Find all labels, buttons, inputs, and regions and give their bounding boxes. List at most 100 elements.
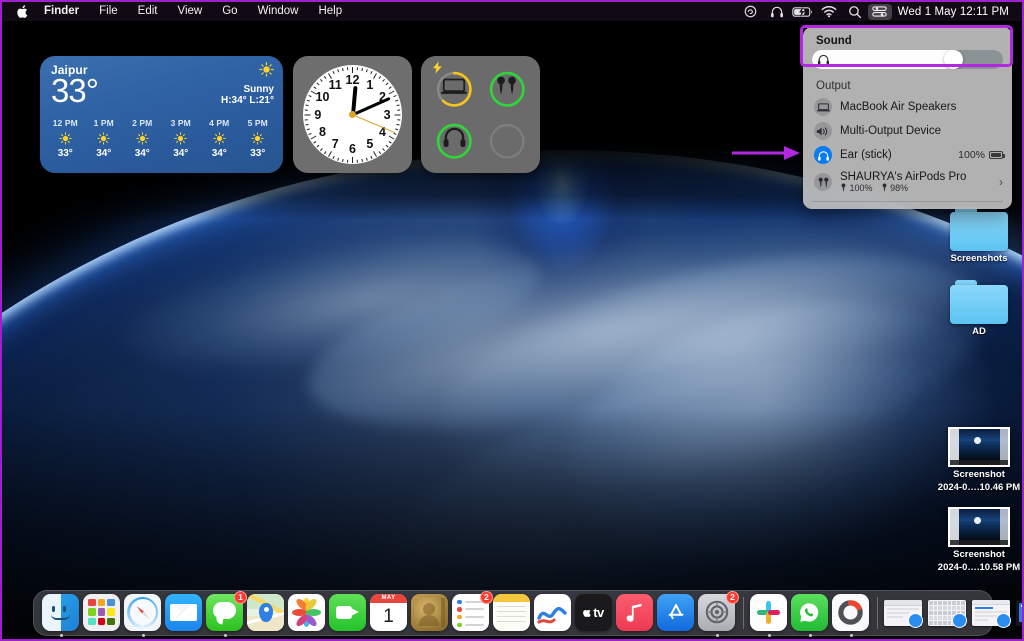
- running-indicator: [768, 633, 771, 637]
- dock-item-music[interactable]: [616, 593, 655, 633]
- dock-item-facetime[interactable]: [329, 593, 368, 633]
- creative-cloud-icon[interactable]: [738, 2, 764, 21]
- charging-bolt-icon: [433, 61, 443, 74]
- dock-item-photos[interactable]: [288, 593, 327, 633]
- hour-time: 2 PM: [132, 118, 153, 128]
- left-battery-text: 100%: [849, 183, 873, 193]
- menu-bar-clock[interactable]: Wed 1 May 12:11 PM: [892, 6, 1013, 18]
- hour-time: 5 PM: [247, 118, 268, 128]
- dock-item-whatsapp[interactable]: [791, 593, 830, 637]
- volume-slider-knob[interactable]: [944, 50, 964, 69]
- dock-item-safari[interactable]: [124, 593, 163, 637]
- macbook-battery-ring: [430, 61, 479, 113]
- sound-panel-title: Sound: [816, 35, 852, 47]
- output-device-macbook-air-speakers[interactable]: MacBook Air Speakers: [803, 95, 1012, 119]
- photos-icon: [288, 593, 325, 631]
- dock-item-contacts[interactable]: [411, 593, 450, 633]
- dock-item-messages[interactable]: 1: [206, 590, 247, 637]
- dock-item-mail[interactable]: [165, 593, 204, 633]
- menu-bar-left: Finder File Edit View Go Window Help: [16, 2, 352, 21]
- wifi-icon[interactable]: [816, 2, 842, 21]
- batteries-widget[interactable]: [421, 56, 540, 173]
- left-bud-battery: 100%: [840, 183, 873, 193]
- apple-logo-icon[interactable]: [16, 4, 30, 20]
- volume-slider-fill: [812, 50, 954, 69]
- desktop-icon-folder-screenshots[interactable]: Screenshots: [931, 207, 1022, 264]
- right-battery-text: 98%: [890, 183, 909, 193]
- weather-widget[interactable]: Jaipur 33° Sunny H:34° L:21° 12 PM 33° 1…: [40, 56, 283, 173]
- chevron-right-icon[interactable]: ›: [999, 175, 1003, 189]
- desktop-icon-screenshot-1058[interactable]: Screenshot 2024-0….10.58 PM: [931, 507, 1022, 573]
- search-spotlight-icon[interactable]: [842, 2, 868, 21]
- airpods-battery-ring: [483, 65, 532, 113]
- dock-item-apple-tv[interactable]: tv: [575, 593, 614, 633]
- sound-settings-button[interactable]: Sound Settings…: [803, 202, 1012, 209]
- hour-time: 1 PM: [93, 118, 114, 128]
- menu-file[interactable]: File: [89, 2, 128, 21]
- dock-minimized-window-doc[interactable]: [972, 594, 1014, 633]
- menu-view[interactable]: View: [168, 2, 213, 21]
- dock-item-slack[interactable]: [750, 593, 789, 637]
- desktop-icon-folder-ad[interactable]: AD: [931, 280, 1022, 337]
- hour-temp: 34°: [134, 148, 150, 159]
- running-indicator: [850, 633, 853, 637]
- dock-item-freeform[interactable]: [534, 593, 573, 633]
- dock-item-app-store[interactable]: [657, 593, 696, 633]
- dock-minimized-window-safari-1[interactable]: [884, 594, 926, 633]
- menu-finder[interactable]: Finder: [34, 2, 89, 21]
- output-device-airpods-pro[interactable]: SHAURYA's AirPods Pro 100% 98% ›: [803, 167, 1012, 197]
- volume-slider[interactable]: [812, 50, 1003, 69]
- menu-go[interactable]: Go: [212, 2, 247, 21]
- dock-item-system-settings[interactable]: 2: [698, 590, 739, 637]
- airpods-info: SHAURYA's AirPods Pro 100% 98%: [840, 171, 966, 193]
- output-device-multi-output-device[interactable]: Multi-Output Device: [803, 119, 1012, 143]
- control-center-icon[interactable]: [867, 3, 892, 20]
- headphones-icon[interactable]: [764, 2, 790, 21]
- dock-item-reminders[interactable]: 2: [452, 590, 493, 633]
- dock-item-launchpad[interactable]: [83, 593, 122, 633]
- dock-item-cleanmymac[interactable]: [832, 593, 871, 637]
- speaker-wave-icon: [814, 122, 832, 140]
- battery-charging-icon[interactable]: [790, 2, 816, 21]
- right-bud-battery: 98%: [881, 183, 909, 193]
- clock-numeral: 7: [331, 137, 339, 152]
- menu-bar: Finder File Edit View Go Window Help Wed…: [2, 2, 1022, 21]
- device-label: Ear (stick): [840, 149, 892, 161]
- dock-item-maps[interactable]: [247, 593, 286, 633]
- desktop-icon-screenshot-1046[interactable]: Screenshot 2024-0….10.46 PM: [931, 427, 1022, 493]
- whatsapp-icon: [791, 593, 828, 631]
- running-indicator: [224, 633, 227, 637]
- freeform-icon: [534, 593, 571, 631]
- menu-help[interactable]: Help: [308, 2, 352, 21]
- dock-minimized-window-safari-2[interactable]: [928, 594, 970, 633]
- clock-numeral: 1: [366, 77, 374, 92]
- menu-window[interactable]: Window: [248, 2, 309, 21]
- hour-temp: 33°: [57, 148, 73, 159]
- clock-widget[interactable]: 12 1 2 3 4 5 6 7 8 9 10 11: [293, 56, 412, 173]
- weather-hour-item: 5 PM 33°: [239, 118, 278, 159]
- running-indicator: [809, 633, 812, 637]
- weather-condition: Sunny: [243, 84, 274, 95]
- dock-minimized-window-video[interactable]: [1016, 594, 1022, 633]
- icon-label: Screenshot: [953, 469, 1005, 480]
- device-label: MacBook Air Speakers: [840, 101, 957, 113]
- dock-item-calendar[interactable]: MAY 1: [370, 593, 409, 633]
- weather-hour-item: 1 PM 34°: [85, 118, 124, 159]
- icon-label: AD: [972, 326, 986, 337]
- empty-battery-ring: [483, 117, 532, 165]
- clock-numeral: 6: [349, 142, 356, 157]
- battery-percent: 100%: [958, 149, 985, 161]
- output-device-ear-stick[interactable]: Ear (stick) 100%: [803, 143, 1012, 167]
- dock-item-finder[interactable]: [42, 593, 81, 637]
- finder-icon: [42, 593, 79, 631]
- notification-badge: 1: [234, 590, 247, 604]
- menu-edit[interactable]: Edit: [128, 2, 168, 21]
- sun-icon: [46, 128, 85, 148]
- menu-bar-status-area: Wed 1 May 12:11 PM: [738, 2, 1013, 21]
- clock-numeral: 8: [319, 124, 326, 139]
- device-battery-area: 100%: [958, 149, 1005, 161]
- calendar-day: 1: [383, 605, 394, 627]
- dock: 1 MAY 1 2 tv 2: [33, 590, 1022, 637]
- sound-control-center-panel[interactable]: Sound Output MacBook Air Speakers Multi-…: [803, 27, 1012, 209]
- dock-item-notes[interactable]: [493, 593, 532, 633]
